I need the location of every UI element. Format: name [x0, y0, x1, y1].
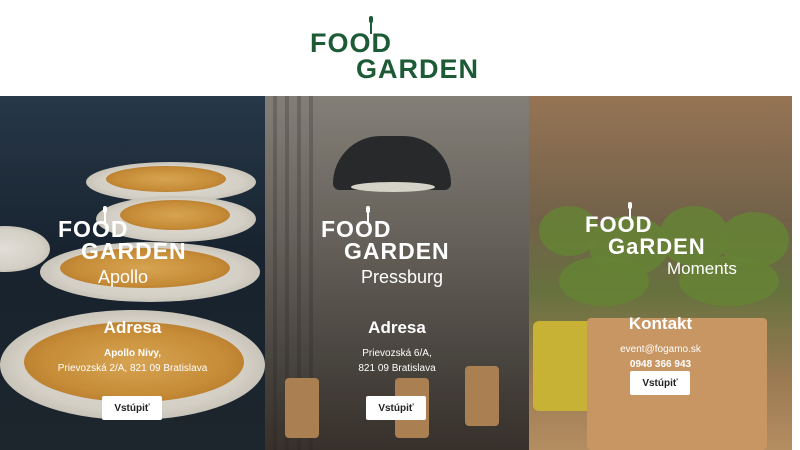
panel-heading: Adresa	[368, 318, 426, 337]
food-garden-logo[interactable]: FOOD GARDEN	[310, 14, 492, 84]
panel-address: Apollo Nivy, Prievozská 2/A, 821 09 Brat…	[0, 346, 265, 376]
panel-moments: FOOD GaRDEN Moments Kontakt event@fogamo…	[529, 96, 792, 450]
panel-logo-garden: GARDEN	[81, 238, 187, 264]
fork-icon	[368, 16, 374, 34]
panel-heading: Adresa	[103, 318, 162, 337]
fork-icon	[102, 206, 108, 224]
address-line-1: Prievozská 6/A,	[362, 348, 432, 359]
fork-icon	[365, 206, 371, 224]
panel-logo-food: FOOD	[585, 212, 653, 237]
contact-phone[interactable]: 0948 366 943	[529, 357, 792, 372]
address-line-2: 821 09 Bratislava	[358, 363, 436, 374]
enter-button-pressburg[interactable]: Vstúpiť	[366, 396, 426, 420]
right-edge-gap	[792, 96, 800, 450]
panel-logo-sub: Moments	[667, 259, 737, 278]
panel-logo-sub: Apollo	[98, 267, 149, 287]
address-line-1: Apollo Nivy,	[103, 348, 162, 359]
contact-email[interactable]: event@fogamo.sk	[529, 342, 792, 357]
panel-pressburg: FOOD GARDEN Pressburg Adresa Prievozská …	[265, 96, 529, 450]
logo-line-food: FOOD	[310, 28, 392, 58]
panel-address: Prievozská 6/A, 821 09 Bratislava	[265, 346, 529, 376]
logo-line-garden: GARDEN	[356, 54, 480, 84]
panel-logo-sub: Pressburg	[361, 267, 444, 287]
enter-button-moments[interactable]: Vstúpiť	[630, 371, 690, 395]
panel-heading: Kontakt	[628, 314, 693, 333]
address-line-2: Prievozská 2/A, 821 09 Bratislava	[57, 363, 208, 374]
panel-apollo: FOOD GARDEN Apollo Adresa Apollo Nivy, P…	[0, 96, 265, 450]
enter-button-apollo[interactable]: Vstúpiť	[102, 396, 162, 420]
fork-icon	[627, 202, 633, 220]
restaurant-panels: FOOD GARDEN Apollo Adresa Apollo Nivy, P…	[0, 96, 800, 450]
site-header: FOOD GARDEN	[0, 0, 800, 96]
panel-logo-garden: GaRDEN	[608, 234, 706, 259]
panel-contact: event@fogamo.sk 0948 366 943	[529, 342, 792, 372]
panel-logo-garden: GARDEN	[344, 238, 450, 264]
